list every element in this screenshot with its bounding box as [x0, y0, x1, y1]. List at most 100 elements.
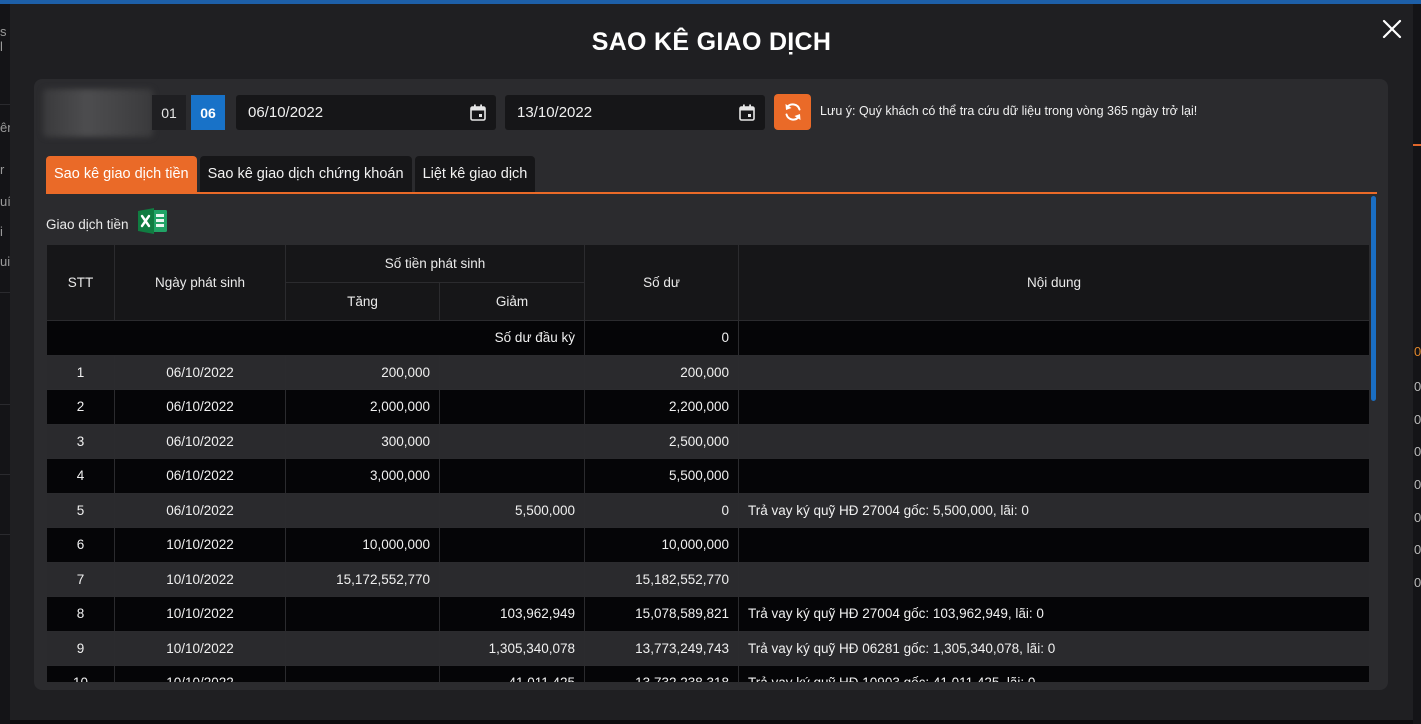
bg-text-fragment: r	[0, 162, 5, 177]
header-date: Ngày phát sinh	[114, 244, 286, 321]
opening-balance-value: 0	[584, 320, 740, 356]
cell-decrease: 1,305,340,078	[438, 630, 586, 666]
tab-cash-statement[interactable]: Sao kê giao dịch tiền	[46, 156, 197, 192]
statement-panel: 01 06 06/10/2022 13/10/2022 Lưu ý: Quý k…	[34, 79, 1388, 690]
header-increase: Tăng	[285, 282, 440, 321]
header-content: Nội dung	[738, 244, 1369, 321]
date-from-input[interactable]: 06/10/2022	[236, 95, 496, 130]
table-row: 3 06/10/2022 300,000 2,500,000	[46, 423, 1369, 459]
cell-content	[738, 423, 1369, 459]
table-row: 8 10/10/2022 103,962,949 15,078,589,821 Trả …	[46, 596, 1369, 632]
calendar-icon[interactable]	[470, 104, 486, 121]
cell-stt: 1	[46, 354, 115, 390]
cell-date: 06/10/2022	[114, 423, 286, 459]
cell-balance: 10,000,000	[584, 527, 740, 563]
cell-increase: 200,000	[285, 354, 440, 390]
cell-increase: 2,000,000	[285, 389, 440, 425]
bg-text-fragment: 0	[1414, 344, 1421, 359]
lookup-note: Lưu ý: Quý khách có thể tra cứu dữ liệu …	[820, 104, 1198, 118]
cell-decrease	[438, 389, 586, 425]
cell-balance: 0	[584, 492, 740, 528]
cell-balance: 2,200,000	[584, 389, 740, 425]
calendar-icon[interactable]	[739, 104, 755, 121]
opening-balance-label: Số dư đầu kỳ	[46, 320, 586, 356]
transactions-table-container: STT Ngày phát sinh Số tiền phát sinh Số …	[46, 244, 1369, 682]
cell-decrease	[438, 561, 586, 597]
bg-text-fragment: 0	[1414, 575, 1421, 590]
cell-decrease: 41,011,425	[438, 665, 586, 682]
cell-decrease	[438, 354, 586, 390]
cell-increase	[285, 630, 440, 666]
sub-account-01-button[interactable]: 01	[152, 95, 186, 130]
bg-divider	[0, 104, 10, 105]
cell-balance: 13,732,238,318	[584, 665, 740, 682]
table-row: 5 06/10/2022 5,500,000 0 Trả vay ký quỹ HĐ 2…	[46, 492, 1369, 528]
table-row: 6 10/10/2022 10,000,000 10,000,000	[46, 527, 1369, 563]
table-row: 7 10/10/2022 15,172,552,770 15,182,552,770	[46, 561, 1369, 597]
table-row: 1010/10/2022 41,011,42513,732,238,318Trả …	[46, 665, 1369, 682]
account-number-blurred[interactable]	[43, 89, 153, 137]
cell-balance: 200,000	[584, 354, 740, 390]
close-button[interactable]	[1379, 16, 1405, 42]
transactions-table: STT Ngày phát sinh Số tiền phát sinh Số …	[46, 244, 1369, 682]
cell-decrease	[438, 423, 586, 459]
cell-balance: 5,500,000	[584, 458, 740, 494]
header-decrease: Giảm	[438, 282, 586, 321]
cell-content	[738, 527, 1369, 563]
bg-divider	[0, 534, 10, 535]
bg-divider	[0, 404, 10, 405]
table-scrollbar[interactable]	[1371, 196, 1376, 401]
tab-securities-statement[interactable]: Sao kê giao dịch chứng khoán	[199, 156, 412, 192]
cell-date: 10/10/2022	[114, 630, 286, 666]
cell-increase	[285, 596, 440, 632]
date-to-input[interactable]: 13/10/2022	[505, 95, 765, 130]
cell-content	[738, 389, 1369, 425]
date-from-value: 06/10/2022	[248, 104, 324, 121]
bg-text-fragment: s l	[0, 24, 7, 54]
cell-content	[738, 458, 1369, 494]
refresh-button[interactable]	[774, 94, 811, 130]
bg-text-fragment: 0	[1414, 477, 1421, 492]
sub-account-06-button[interactable]: 06	[191, 95, 225, 130]
bg-accent-line	[1413, 144, 1421, 146]
cell-date: 06/10/2022	[114, 492, 286, 528]
modal-title: SAO KÊ GIAO DỊCH	[591, 28, 832, 56]
section-label: Giao dịch tiền	[46, 217, 129, 232]
cell-stt: 9	[46, 630, 115, 666]
background-left-edge: s l ên r uí i uiê	[0, 4, 17, 724]
cell-date: 10/10/2022	[114, 561, 286, 597]
cell-stt: 2	[46, 389, 115, 425]
cell-increase: 15,172,552,770	[285, 561, 440, 597]
background-right-edge: 0 0 0 0 0 0 0 0	[1413, 4, 1421, 724]
cell-stt: 4	[46, 458, 115, 494]
cell-increase	[285, 492, 440, 528]
statement-tabs: Sao kê giao dịch tiền Sao kê giao dịch c…	[46, 156, 536, 192]
bg-text-fragment: 0	[1414, 510, 1421, 525]
cell-balance: 2,500,000	[584, 423, 740, 459]
header-balance: Số dư	[584, 244, 740, 321]
cell-stt: 8	[46, 596, 115, 632]
cell-decrease	[438, 527, 586, 563]
header-stt: STT	[46, 244, 115, 321]
cell-increase	[285, 665, 440, 682]
cell-date: 10/10/2022	[114, 527, 286, 563]
excel-icon[interactable]	[138, 207, 168, 235]
cell-balance: 15,182,552,770	[584, 561, 740, 597]
cell-stt: 10	[46, 665, 115, 682]
opening-balance-content	[738, 320, 1369, 356]
cell-increase: 3,000,000	[285, 458, 440, 494]
table-row: 1 06/10/2022 200,000 200,000	[46, 354, 1369, 390]
cell-content: Trả vay ký quỹ HĐ 06281 gốc: 1,305,340,0…	[738, 630, 1369, 666]
cell-increase: 300,000	[285, 423, 440, 459]
bg-text-fragment: 0	[1414, 379, 1421, 394]
cell-date: 10/10/2022	[114, 665, 286, 682]
bg-text-fragment: i	[0, 224, 3, 239]
table-row: 4 06/10/2022 3,000,000 5,500,000	[46, 458, 1369, 494]
cell-balance: 15,078,589,821	[584, 596, 740, 632]
opening-balance-row: Số dư đầu kỳ 0	[46, 320, 1369, 356]
cell-decrease	[438, 458, 586, 494]
statement-modal: SAO KÊ GIAO DỊCH 01 06 06/10/2022 13/10/…	[10, 4, 1413, 720]
cell-stt: 3	[46, 423, 115, 459]
cell-content: Trả vay ký quỹ HĐ 27004 gốc: 5,500,000, …	[738, 492, 1369, 528]
tab-transaction-list[interactable]: Liệt kê giao dịch	[414, 156, 536, 192]
